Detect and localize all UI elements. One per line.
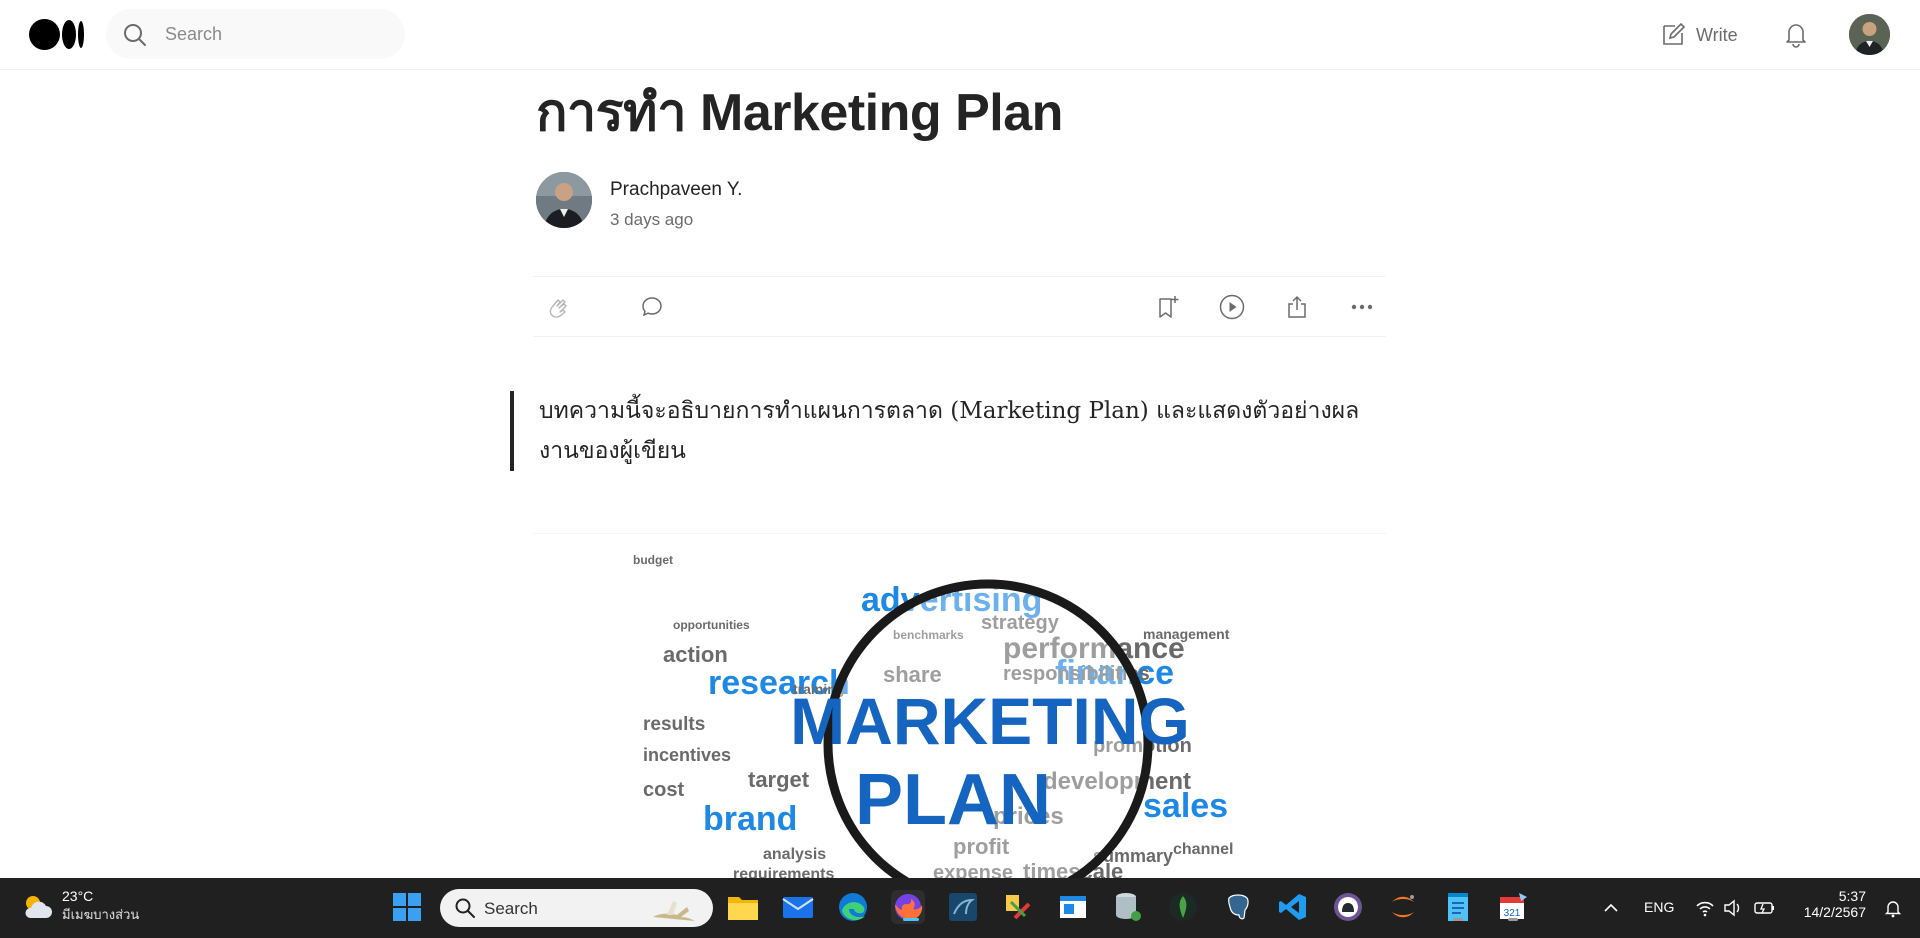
weather-temperature: 23°C (62, 888, 94, 904)
comment-button[interactable] (636, 291, 668, 323)
word-cloud-word: channel (1173, 841, 1233, 858)
calendar-icon[interactable]: 321 (1496, 890, 1530, 924)
mysql-workbench-icon[interactable] (946, 890, 980, 924)
windows-logo-icon (393, 893, 421, 921)
clap-button[interactable] (543, 291, 575, 323)
github-desktop-icon[interactable] (1331, 890, 1365, 924)
blockquote-text: บทความนี้จะอธิบายการทำแผนการตลาด (Market… (539, 398, 1360, 464)
notepad-icon[interactable] (1441, 890, 1475, 924)
wifi-icon[interactable] (1695, 899, 1715, 917)
marketing-plan-word-cloud: advertisingstrategyperformanceresearchfi… (633, 553, 1233, 878)
jupyter-icon[interactable] (1386, 890, 1420, 924)
author-avatar[interactable] (536, 172, 592, 228)
word-cloud-word: requirements (733, 866, 834, 878)
share-icon (1288, 295, 1306, 318)
mongodb-compass-icon[interactable] (1166, 890, 1200, 924)
windows-taskbar: 23°C มีเมฆบางส่วน Search 321 ENG 5:37 14… (0, 878, 1920, 938)
vscode-icon[interactable] (1276, 890, 1310, 924)
play-icon (1219, 294, 1245, 320)
input-language[interactable]: ENG (1644, 899, 1674, 915)
write-label: Write (1696, 24, 1738, 45)
article-blockquote: บทความนี้จะอธิบายการทำแผนการตลาด (Market… (510, 391, 1390, 471)
article-hero-image[interactable]: advertisingstrategyperformanceresearchfi… (533, 533, 1386, 878)
word-cloud-word: budget (633, 553, 673, 567)
firefox-icon[interactable] (891, 890, 925, 924)
app-window-icon[interactable] (1056, 890, 1090, 924)
search-icon (455, 898, 475, 918)
author-name[interactable]: Prachpaveen Y. (610, 179, 742, 201)
word-cloud-word: cost (643, 779, 684, 801)
volume-icon[interactable] (1723, 899, 1743, 917)
clap-icon (549, 299, 567, 318)
hero-word-marketing: MARKETING (790, 684, 1190, 758)
medium-logo[interactable] (29, 19, 85, 50)
edge-browser-icon[interactable] (836, 890, 870, 924)
file-explorer-icon[interactable] (726, 890, 760, 924)
notification-center-icon[interactable] (1883, 898, 1903, 918)
more-horizontal-icon (1351, 304, 1373, 310)
word-cloud-word: brand (703, 800, 797, 838)
word-cloud-word: sales (1143, 787, 1228, 825)
postgresql-icon[interactable] (1221, 890, 1255, 924)
word-cloud-word: action (663, 642, 728, 667)
comment-icon (642, 297, 662, 317)
clock-time: 5:37 (1838, 888, 1866, 904)
publish-date: 3 days ago (610, 210, 694, 229)
word-cloud-word: incentives (643, 745, 731, 765)
bookmark-button[interactable] (1152, 291, 1184, 323)
search-input[interactable]: Search (106, 9, 405, 59)
word-cloud-word: analysis (763, 846, 826, 863)
search-icon (124, 24, 146, 46)
article-title: การทำ Marketing Plan (536, 84, 1063, 142)
notifications-bell-icon[interactable] (1781, 19, 1811, 49)
weather-widget[interactable]: 23°C มีเมฆบางส่วน (20, 888, 139, 925)
weather-description: มีเมฆบางส่วน (62, 907, 140, 922)
tools-app-icon[interactable] (1001, 890, 1035, 924)
share-button[interactable] (1281, 291, 1313, 323)
mail-icon[interactable] (781, 890, 815, 924)
bookmark-add-icon (1159, 296, 1179, 318)
more-options-button[interactable] (1346, 291, 1378, 323)
battery-icon[interactable] (1754, 900, 1776, 916)
word-cloud-word: results (643, 714, 705, 735)
user-avatar[interactable] (1849, 14, 1890, 55)
taskbar-search[interactable]: Search (440, 889, 713, 927)
clock-date: 14/2/2567 (1803, 904, 1866, 920)
word-cloud-word: opportunities (673, 618, 750, 632)
hero-word-plan: PLAN (855, 760, 1051, 840)
show-hidden-icons-chevron-icon[interactable] (1602, 899, 1620, 917)
clock[interactable]: 5:37 14/2/2567 (1786, 888, 1866, 920)
taskbar-search-label: Search (484, 899, 538, 918)
write-icon (1663, 22, 1686, 45)
listen-button[interactable] (1216, 291, 1248, 323)
database-icon[interactable] (1111, 890, 1145, 924)
top-navigation: Search Write (0, 0, 1920, 70)
search-highlight-bird-icon (653, 901, 695, 921)
partly-cloudy-icon (25, 895, 52, 918)
search-placeholder: Search (165, 24, 223, 44)
word-cloud-word: target (748, 767, 810, 792)
word-cloud-word: management (1143, 626, 1230, 642)
article-action-bar (533, 276, 1386, 337)
write-button[interactable]: Write (1660, 20, 1738, 50)
start-button[interactable] (390, 890, 424, 924)
